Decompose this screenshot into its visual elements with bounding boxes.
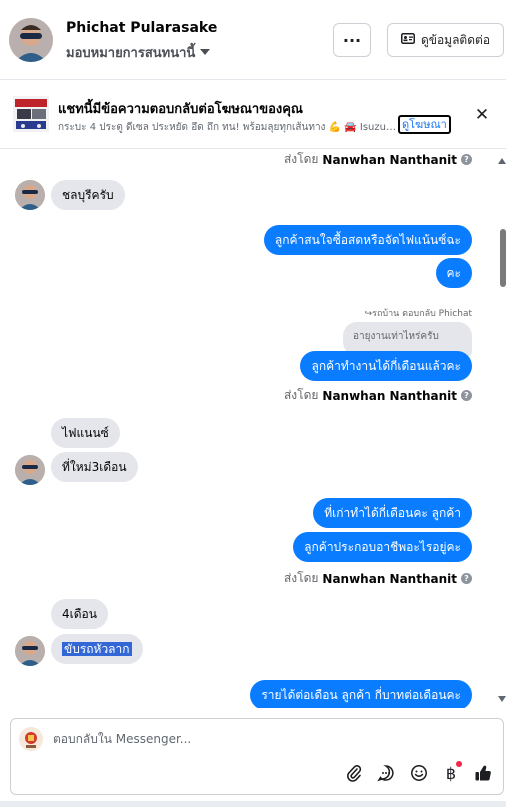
more-options-button[interactable]: ··· (333, 23, 371, 57)
scroll-down-arrow-icon[interactable] (498, 696, 506, 702)
selected-text[interactable]: ขับรถหัวลาก (62, 642, 132, 656)
sent-by-prefix: ส่งโดย (283, 571, 319, 585)
message-incoming[interactable]: ขับรถหัวลาก (51, 634, 143, 664)
ad-reply-banner: แชทนี้มีข้อความตอบกลับต่อโฆษณาของคุณ กระ… (0, 81, 506, 149)
scroll-up-arrow-icon[interactable] (498, 158, 506, 164)
ad-banner-title: แชทนี้มีข้อความตอบกลับต่อโฆษณาของคุณ (58, 102, 303, 117)
page-avatar (19, 727, 43, 751)
contact-avatar-small (15, 180, 45, 210)
contact-card-icon (400, 33, 415, 47)
message-outgoing[interactable]: คะ (435, 258, 472, 288)
like-icon[interactable] (473, 763, 493, 783)
info-icon[interactable]: ? (461, 573, 472, 584)
sent-by-name: Nanwhan Nanthanit (322, 388, 457, 403)
contact-avatar-small (15, 455, 45, 485)
reply-composer: ฿ (10, 718, 504, 795)
contact-avatar[interactable] (9, 18, 53, 62)
sent-by-prefix: ส่งโดย (283, 152, 319, 166)
info-icon[interactable]: ? (461, 390, 472, 401)
reply-context-label: ↪รถบ้าน ตอบกลับ Phichat (364, 309, 472, 319)
message-outgoing[interactable]: ที่เก่าทำได้กี่เดือนคะ ลูกค้า (313, 498, 472, 528)
view-ad-link[interactable]: ดูโฆษณา (398, 115, 451, 134)
message-incoming[interactable]: ที่ใหม่3เดือน (51, 452, 138, 482)
sent-by-name: Nanwhan Nanthanit (322, 571, 457, 586)
contact-avatar-small (15, 636, 45, 666)
sent-by-label: ส่งโดย Nanwhan Nanthanit ? (284, 569, 472, 588)
message-thread[interactable]: ส่งโดย Nanwhan Nanthanit ? ชลบุรีครับ ลู… (0, 150, 506, 708)
assign-conversation-dropdown[interactable]: มอบหมายการสนทนานี้ (66, 42, 211, 63)
message-incoming[interactable]: ไฟแนนซ์ (51, 418, 120, 448)
sent-by-label: ส่งโดย Nanwhan Nanthanit ? (284, 150, 472, 169)
ad-thumbnail (13, 96, 49, 132)
message-outgoing[interactable]: ลูกค้าสนใจซื้อสดหรือจัดไฟแน้นซ์ฉะ (263, 225, 472, 255)
message-outgoing[interactable]: ลูกค้าทำงานได้กี่เดือนแล้วคะ (300, 351, 472, 381)
contact-name[interactable]: Phichat Pularasake (66, 20, 217, 36)
view-contact-info-button[interactable]: ดูข้อมูลติดต่อ (387, 23, 504, 57)
view-contact-info-label: ดูข้อมูลติดต่อ (420, 32, 491, 47)
baht-glyph: ฿ (445, 763, 457, 783)
sent-by-name: Nanwhan Nanthanit (322, 152, 457, 167)
sent-by-label: ส่งโดย Nanwhan Nanthanit ? (284, 386, 472, 405)
message-incoming[interactable]: 4เดือน (51, 599, 108, 629)
message-outgoing[interactable]: รายได้ต่อเดือน ลูกค้า กี่บาทต่อเดือนคะ (250, 680, 472, 708)
baht-icon[interactable]: ฿ (441, 761, 462, 783)
conversation-header: Phichat Pularasake มอบหมายการสนทนานี้ ··… (0, 0, 506, 80)
reply-input[interactable] (53, 732, 453, 746)
assign-conversation-label: มอบหมายการสนทนานี้ (66, 46, 196, 61)
attach-icon[interactable] (344, 763, 364, 783)
close-icon[interactable]: ✕ (472, 105, 492, 125)
notification-dot (456, 761, 462, 767)
caret-down-icon (200, 48, 211, 55)
scrollbar-thumb[interactable] (500, 229, 506, 287)
sent-by-prefix: ส่งโดย (283, 388, 319, 402)
emoji-icon[interactable] (409, 763, 429, 783)
ad-banner-subtitle: กระบะ 4 ประตู ดีเซล ประหยัด อึด ถึก ทน! … (58, 122, 396, 133)
message-incoming[interactable]: ชลบุรีครับ (51, 180, 125, 210)
bottom-edge (0, 801, 506, 807)
info-icon[interactable]: ? (461, 154, 472, 165)
message-outgoing[interactable]: ลูกค้าประกอบอาชีพอะไรอยู่คะ (293, 532, 472, 562)
saved-reply-icon[interactable] (376, 763, 396, 783)
